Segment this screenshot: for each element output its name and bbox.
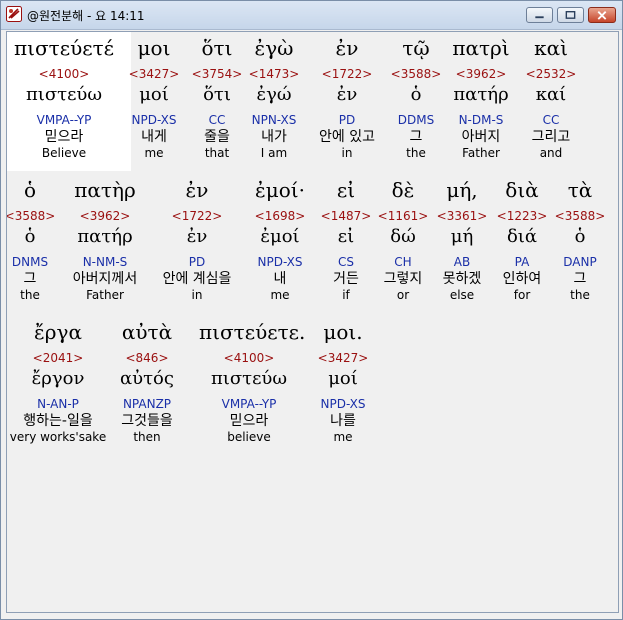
- english-gloss: and: [539, 146, 563, 160]
- strong-number[interactable]: <846>: [97, 351, 197, 365]
- close-button[interactable]: [588, 7, 616, 23]
- strong-number[interactable]: <3588>: [530, 209, 618, 223]
- lemma: αὐτός: [120, 368, 174, 389]
- lemma: ἔργον: [31, 368, 85, 389]
- lemma: πιστεύω: [210, 368, 288, 389]
- english-gloss: the: [570, 288, 590, 302]
- word-cell[interactable]: πιστεύετε. <4100> πιστεύω VMPA--YP 믿으라 b…: [199, 319, 306, 444]
- greek-word: πιστεύετε.: [199, 320, 306, 344]
- english-gloss: me: [333, 430, 353, 444]
- strong-number[interactable]: <2041>: [8, 351, 108, 365]
- parsing-code: NPANZP: [122, 397, 172, 411]
- parsing-code: DANP: [563, 255, 597, 269]
- greek-word: πατὴρ: [74, 178, 136, 202]
- greek-word: αὐτὰ: [121, 320, 173, 344]
- word-cell[interactable]: τὰ <3588> ὁ DANP 그 the: [530, 177, 618, 302]
- lemma: ὁ: [574, 226, 586, 247]
- parsing-code: CC: [542, 113, 560, 127]
- korean-gloss: 믿으라: [44, 129, 84, 145]
- parsing-code: VMPA--YP: [221, 397, 277, 411]
- interlinear-panel: πιστεύετέ <4100> πιστεύω VMPA--YP 믿으라 Be…: [6, 31, 619, 613]
- strong-number[interactable]: <3427>: [293, 351, 393, 365]
- word-cell[interactable]: πατὴρ <3962> πατήρ N-NM-S 아버지께서 Father: [55, 177, 155, 302]
- lemma: καί: [535, 84, 567, 105]
- window-title: @원전분해 - 요 14:11: [27, 9, 145, 23]
- parsing-code: N-NM-S: [82, 255, 128, 269]
- maximize-icon: [565, 11, 576, 19]
- word-cell[interactable]: ἔργα <2041> ἔργον N-AN-P 행하는-일을 very wor…: [8, 319, 108, 444]
- app-window: @원전분해 - 요 14:11 πιστεύετέ <4100> πιστεύω…: [0, 0, 623, 620]
- title-bar[interactable]: @원전분해 - 요 14:11: [1, 1, 622, 30]
- greek-word: καὶ: [534, 36, 568, 60]
- parsing-code: VMPA--YP: [36, 113, 92, 127]
- app-logo-icon: [6, 6, 22, 22]
- english-gloss: then: [133, 430, 161, 444]
- korean-gloss: 나를: [330, 413, 356, 429]
- minimize-button[interactable]: [526, 7, 553, 23]
- strong-number[interactable]: <4100>: [199, 351, 299, 365]
- korean-gloss: 아버지께서: [72, 271, 138, 287]
- minimize-icon: [535, 16, 544, 19]
- strong-number[interactable]: <2532>: [501, 67, 601, 81]
- word-cell[interactable]: αὐτὰ <846> αὐτός NPANZP 그것들을 then: [97, 319, 197, 444]
- korean-gloss: 그리고: [531, 129, 571, 145]
- maximize-button[interactable]: [557, 7, 584, 23]
- lemma: πιστεύω: [25, 84, 103, 105]
- strong-number[interactable]: <4100>: [14, 67, 114, 81]
- english-gloss: believe: [227, 430, 271, 444]
- korean-gloss: 행하는-일을: [23, 413, 93, 429]
- english-gloss: very works'sake: [9, 430, 107, 444]
- greek-word: μοι.: [323, 320, 363, 344]
- close-icon: [597, 11, 607, 20]
- greek-word: πιστεύετέ: [14, 36, 115, 60]
- word-cell[interactable]: μοι. <3427> μοί NPD-XS 나를 me: [293, 319, 393, 444]
- korean-gloss: 믿으라: [229, 413, 269, 429]
- english-gloss: Father: [86, 288, 124, 302]
- word-cell[interactable]: καὶ <2532> καί CC 그리고 and: [501, 35, 601, 160]
- strong-number[interactable]: <3962>: [55, 209, 155, 223]
- english-gloss: Believe: [41, 146, 87, 160]
- korean-gloss: 그것들을: [121, 413, 173, 429]
- word-cell[interactable]: πιστεύετέ <4100> πιστεύω VMPA--YP 믿으라 Be…: [14, 35, 114, 160]
- lemma: μοί: [328, 368, 358, 389]
- korean-gloss: 그: [573, 271, 587, 287]
- greek-word: τὰ: [567, 178, 593, 202]
- parsing-code: N-AN-P: [37, 397, 79, 411]
- parsing-code: NPD-XS: [320, 397, 366, 411]
- greek-word: ἔργα: [34, 320, 82, 344]
- lemma: πατήρ: [77, 226, 133, 247]
